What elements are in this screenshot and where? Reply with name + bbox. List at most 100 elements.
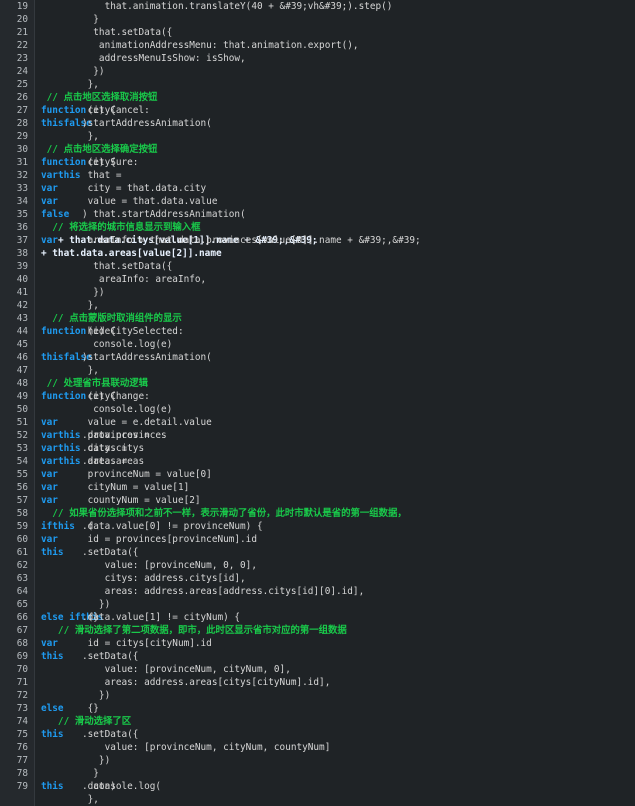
- line-number: 60: [16, 534, 28, 545]
- code-token: countyNum = value[2]: [82, 495, 201, 506]
- code-line: 44 hideCitySelected: function (e) {: [0, 325, 635, 338]
- line-number: 49: [16, 391, 28, 402]
- code-token: .data.value[0] != provinceNum) {: [82, 521, 263, 532]
- code-line: 29 },: [0, 130, 635, 143]
- code-line: 72 }): [0, 689, 635, 702]
- code-line: 39 that.setData({: [0, 260, 635, 273]
- code-line: 49 cityChange: function (e) {: [0, 390, 635, 403]
- code-line: 67 // 滑动选择了第二项数据，即市，此时区显示省市对应的第一组数据: [0, 624, 635, 637]
- code-line: 55 var provinceNum = value[0]: [0, 468, 635, 481]
- code-token: areaInfo = that.data.provinces[value[0]]…: [82, 235, 427, 246]
- code-line: 73 } else {: [0, 702, 635, 715]
- code-token: (e) {: [82, 326, 116, 337]
- code-token: }): [82, 66, 105, 77]
- line-number: 48: [16, 378, 28, 389]
- code-token: }): [82, 599, 111, 610]
- code-token: console.log(e): [82, 404, 173, 415]
- code-token: }: [82, 14, 99, 25]
- line-code: // 将选择的城市信息显示到输入框: [41, 221, 635, 234]
- code-token: city = that.data.city: [82, 183, 207, 194]
- code-token: areas: address.areas[address.citys[id][0…: [82, 586, 365, 597]
- code-line: 79 console.log(this .data): [0, 780, 635, 793]
- line-number: 63: [16, 573, 28, 584]
- code-token: ): [82, 352, 88, 363]
- keyword-token: function: [41, 157, 87, 168]
- comment-token: // 将选择的城市信息显示到输入框: [41, 222, 201, 233]
- line-number: 65: [16, 599, 28, 610]
- line-code: // 点击地区选择确定按钮: [41, 143, 635, 156]
- line-number: 68: [16, 638, 28, 649]
- line-number: 24: [16, 66, 28, 77]
- code-line: 28 this .startAddressAnimation(false): [0, 117, 635, 130]
- line-code: var citys = this .data.citys: [41, 442, 635, 455]
- code-token: console.log(e): [82, 339, 173, 350]
- line-code: // 如果省份选择项和之前不一样，表示滑动了省份，此时市默认是省的第一组数据，: [41, 507, 635, 520]
- line-number: 55: [16, 469, 28, 480]
- code-token: },: [82, 794, 99, 805]
- keyword-token: this: [57, 170, 81, 181]
- code-line: 76 value: [provinceNum, cityNum, countyN…: [0, 741, 635, 754]
- code-token: areaInfo: areaInfo,: [82, 274, 207, 285]
- line-number: 26: [16, 92, 28, 103]
- code-token: ): [82, 118, 88, 129]
- line-number: 76: [16, 742, 28, 753]
- code-token: .data.areas: [82, 456, 145, 467]
- line-number: 52: [16, 430, 28, 441]
- keyword-token: var: [41, 456, 58, 467]
- code-line: 19 that.animation.translateY(40 + &#39;v…: [0, 0, 635, 13]
- line-number: 44: [16, 326, 28, 337]
- line-number: 38: [16, 248, 28, 259]
- code-token: .setData({: [82, 729, 139, 740]
- keyword-token: var: [41, 638, 58, 649]
- code-line: 59 if (this .data.value[0] != provinceNum…: [0, 520, 635, 533]
- line-number: 69: [16, 651, 28, 662]
- line-code: citySure: function (e) {: [41, 156, 635, 169]
- line-number: 79: [16, 781, 28, 792]
- line-code: var cityNum = value[1]: [41, 481, 635, 494]
- code-line: 45 console.log(e): [0, 338, 635, 351]
- line-number: 47: [16, 365, 28, 376]
- line-code: console.log(this .data): [41, 780, 635, 793]
- line-number: 58: [16, 508, 28, 519]
- code-line: 22 animationAddressMenu: that.animation.…: [0, 39, 635, 52]
- code-line: 61 this .setData({: [0, 546, 635, 559]
- line-number: 35: [16, 209, 28, 220]
- code-token: .data.value[1] != cityNum) {: [82, 612, 241, 623]
- code-token: + that.data.areas[value[2]].name: [41, 248, 222, 259]
- code-line: 38 + that.data.areas[value[2]].name: [0, 247, 635, 260]
- code-line: 51 var value = e.detail.value: [0, 416, 635, 429]
- code-line: 34 var value = that.data.value: [0, 195, 635, 208]
- code-line: 41 }): [0, 286, 635, 299]
- line-code: var areas = this .data.areas: [41, 455, 635, 468]
- code-line: 27 cityCancel: function (e) {: [0, 104, 635, 117]
- code-token: },: [82, 79, 99, 90]
- line-code: // 点击地区选择取消按钮: [41, 91, 635, 104]
- code-token: .data.provinces: [82, 430, 167, 441]
- keyword-token: this: [41, 729, 64, 740]
- line-number: 67: [16, 625, 28, 636]
- line-number: 20: [16, 14, 28, 25]
- comment-token: // 滑动选择了区: [41, 716, 132, 727]
- code-line: 43 // 点击蒙版时取消组件的显示: [0, 312, 635, 325]
- line-number: 23: [16, 53, 28, 64]
- code-line: 71 areas: address.areas[citys[cityNum].i…: [0, 676, 635, 689]
- keyword-token: var: [41, 183, 58, 194]
- line-code: that.startAddressAnimation(false): [41, 208, 635, 221]
- line-code: // 滑动选择了第二项数据，即市，此时区显示省市对应的第一组数据: [41, 624, 635, 637]
- code-line: 54 var areas = this .data.areas: [0, 455, 635, 468]
- code-line: 47 },: [0, 364, 635, 377]
- code-token: citys: address.citys[id],: [82, 573, 246, 584]
- line-code: var id = citys[cityNum].id: [41, 637, 635, 650]
- line-number: 75: [16, 729, 28, 740]
- line-number: 21: [16, 27, 28, 38]
- line-number: 50: [16, 404, 28, 415]
- code-editor: 19 that.animation.translateY(40 + &#39;v…: [0, 0, 635, 806]
- line-number: 71: [16, 677, 28, 688]
- code-line: 65 }): [0, 598, 635, 611]
- code-token: value: [provinceNum, cityNum, 0],: [82, 664, 291, 675]
- line-number: 39: [16, 261, 28, 272]
- code-line: 60 var id = provinces[provinceNum].id: [0, 533, 635, 546]
- line-code: var value = that.data.value: [41, 195, 635, 208]
- keyword-token: this: [41, 118, 64, 129]
- comment-token: // 点击地区选择确定按钮: [41, 144, 158, 155]
